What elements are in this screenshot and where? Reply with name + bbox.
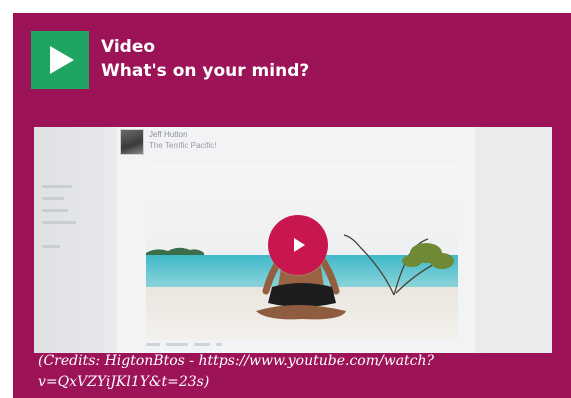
header-titles: Video What's on your mind? <box>101 36 309 84</box>
video-badge <box>31 31 89 89</box>
post-author: Jeff Hutton The Terrific Pacific! <box>149 129 216 151</box>
play-icon <box>294 238 305 252</box>
video-card: Video What's on your mind? Jeff Hutton T… <box>13 13 571 398</box>
author-name: Jeff Hutton <box>149 130 188 139</box>
video-credits: (Credits: HigtonBtos - https://www.youtu… <box>38 353 435 390</box>
card-title: Video <box>101 37 156 57</box>
card-header: Video What's on your mind? <box>31 31 309 89</box>
play-icon <box>50 46 74 74</box>
video-player[interactable]: Jeff Hutton The Terrific Pacific! <box>34 127 552 353</box>
avatar <box>120 129 144 155</box>
play-button[interactable] <box>268 215 328 275</box>
feed-sidebar-right <box>482 127 552 353</box>
author-status: The Terrific Pacific! <box>149 141 217 150</box>
post-actions <box>146 343 286 347</box>
feed-sidebar-left <box>34 127 104 353</box>
card-subtitle: What's on your mind? <box>101 61 310 81</box>
